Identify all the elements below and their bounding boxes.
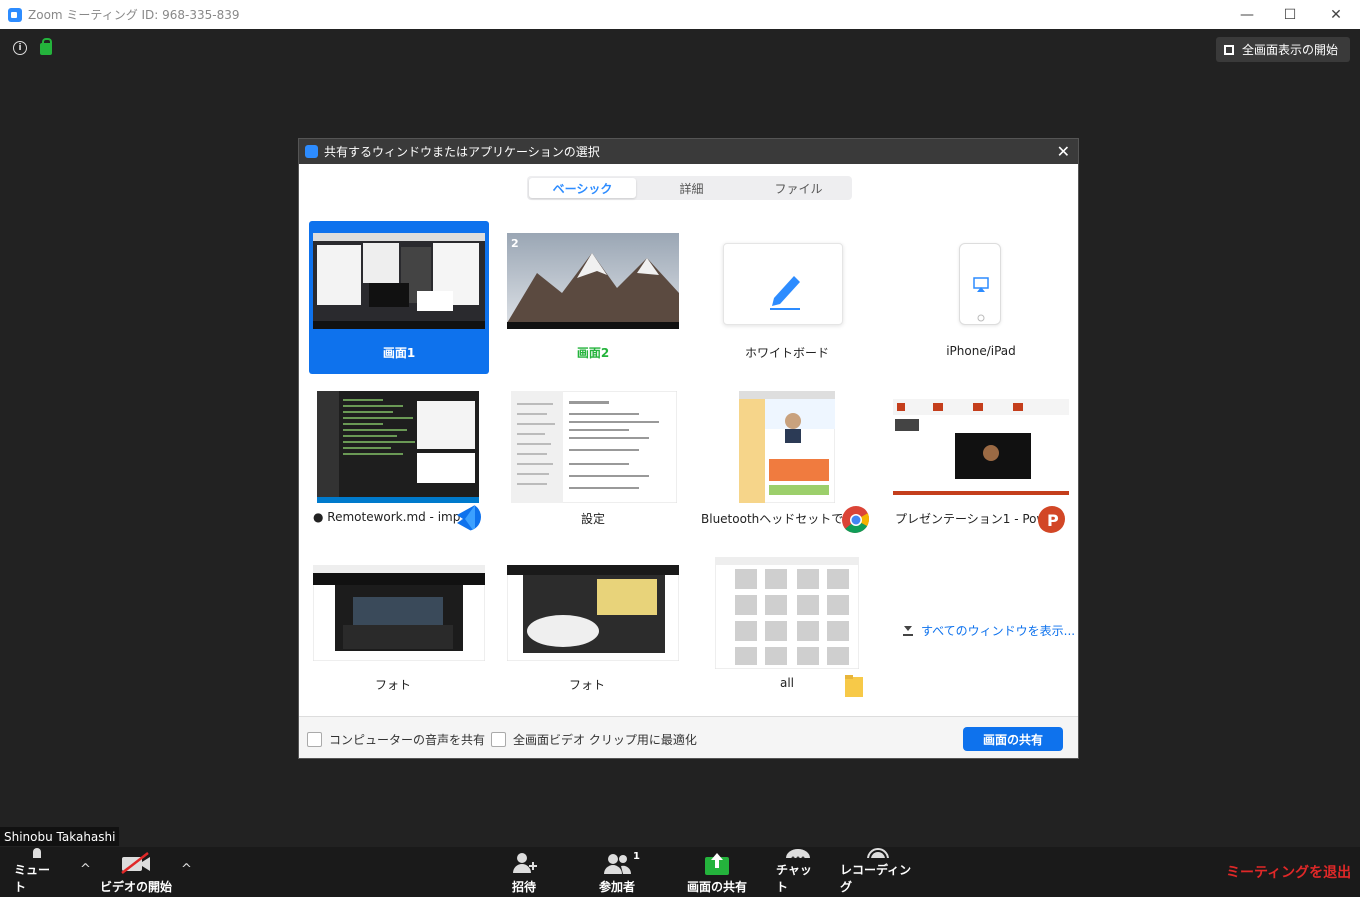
- start-video-label: ビデオの開始: [99, 880, 172, 894]
- share-tile-whiteboard[interactable]: ホワイトボード: [697, 221, 877, 374]
- participant-name-tag: Shinobu Takahashi: [0, 827, 120, 846]
- share-audio-label: コンピューターの音声を共有: [329, 733, 486, 747]
- screen2-label: 画面2: [576, 346, 610, 360]
- meeting-toolbar: [0, 847, 1360, 897]
- show-all-windows-label: すべてのウィンドウを表示...: [921, 624, 1076, 638]
- fullscreen-button[interactable]: 全画面表示の開始: [1216, 37, 1350, 62]
- optimize-video-label: 全画面ビデオ クリップ用に最適化: [513, 733, 697, 747]
- microphone-icon: [30, 848, 44, 858]
- download-icon: [903, 625, 913, 636]
- show-all-windows-link[interactable]: すべてのウィンドウを表示...: [903, 622, 1075, 639]
- screen1-thumbnail: [313, 233, 485, 329]
- add-user-icon: [513, 853, 537, 873]
- powerpoint-label: プレゼンテーション1 - Pow...: [895, 512, 1047, 526]
- optimize-video-checkbox[interactable]: 全画面ビデオ クリップ用に最適化: [491, 731, 697, 748]
- chrome-thumbnail: [739, 391, 835, 503]
- zoom-logo-icon: [305, 145, 318, 158]
- share-tile-screen1[interactable]: 画面1: [309, 221, 489, 374]
- window-title: Zoom ミーティング ID: 968-335-839: [28, 8, 240, 22]
- airplay-icon: [973, 277, 989, 322]
- dialog-close-button[interactable]: ✕: [1057, 142, 1070, 161]
- whiteboard-label: ホワイトボード: [744, 346, 829, 360]
- settings-thumbnail: [511, 391, 677, 503]
- photos2-thumbnail: [507, 565, 679, 661]
- record-button[interactable]: レコーディング: [840, 847, 916, 897]
- photos2-label: フォト: [568, 678, 605, 692]
- participants-label: 参加者: [598, 880, 635, 894]
- checkbox-box[interactable]: [307, 732, 322, 747]
- photos1-label: フォト: [374, 678, 411, 692]
- start-video-button[interactable]: ビデオの開始: [98, 847, 174, 897]
- tab-basic[interactable]: ベーシック: [529, 178, 636, 198]
- share-tile-photos2[interactable]: フォト: [503, 553, 683, 706]
- share-screen-button[interactable]: 画面の共有: [963, 727, 1063, 751]
- encryption-lock-icon[interactable]: [40, 38, 52, 55]
- chat-button[interactable]: チャット: [776, 847, 820, 897]
- share-screen-toolbar-label: 画面の共有: [686, 880, 747, 894]
- invite-label: 招待: [511, 880, 536, 894]
- whiteboard-thumbnail: [723, 243, 843, 325]
- invite-button[interactable]: 招待: [505, 847, 543, 897]
- share-tabs: ベーシック 詳細 ファイル: [527, 176, 852, 200]
- vscode-thumbnail: [317, 391, 479, 503]
- chat-icon: [786, 849, 810, 858]
- photos1-thumbnail: [313, 565, 485, 661]
- video-options-caret[interactable]: ^: [181, 862, 192, 877]
- iphone-label: iPhone/iPad: [946, 344, 1016, 358]
- close-window-button[interactable]: ✕: [1313, 0, 1359, 29]
- screen-number: 2: [511, 237, 519, 250]
- share-tile-explorer-all[interactable]: all: [697, 553, 877, 706]
- chrome-app-icon: [842, 506, 869, 533]
- window-titlebar: Zoom ミーティング ID: 968-335-839 — ☐ ✕: [0, 0, 1360, 29]
- svg-text:P: P: [1047, 511, 1059, 530]
- participants-count: 1: [633, 851, 640, 862]
- share-tile-screen2[interactable]: 2 画面2: [503, 221, 683, 374]
- share-screen-dialog: 共有するウィンドウまたはアプリケーションの選択 ✕ ベーシック 詳細 ファイル …: [298, 138, 1079, 759]
- screen1-label: 画面1: [382, 346, 416, 360]
- dialog-footer: コンピューターの音声を共有 全画面ビデオ クリップ用に最適化 画面の共有: [299, 716, 1078, 758]
- share-tile-powerpoint[interactable]: プレゼンテーション1 - Pow... P: [891, 387, 1071, 540]
- video-off-icon: [121, 852, 150, 874]
- participants-icon: [604, 854, 632, 874]
- mute-label: ミュート: [14, 863, 51, 894]
- pencil-icon: [770, 276, 800, 310]
- dialog-title: 共有するウィンドウまたはアプリケーションの選択: [324, 145, 600, 159]
- leave-meeting-button[interactable]: ミーティングを退出: [1226, 862, 1351, 882]
- chrome-label: Bluetoothヘッドセットで...: [701, 512, 853, 526]
- share-tile-iphone[interactable]: iPhone/iPad: [891, 221, 1071, 374]
- tab-files[interactable]: ファイル: [745, 176, 852, 200]
- folder-icon: [845, 675, 863, 697]
- fullscreen-label: 全画面表示の開始: [1242, 43, 1339, 57]
- vscode-app-icon: [457, 505, 481, 531]
- share-tile-photos1[interactable]: フォト: [309, 553, 489, 706]
- minimize-button[interactable]: —: [1224, 0, 1270, 29]
- meeting-info-icon[interactable]: i: [13, 41, 27, 55]
- share-tile-chrome[interactable]: Bluetoothヘッドセットで...: [697, 387, 877, 540]
- powerpoint-app-icon: P: [1038, 506, 1065, 533]
- checkbox-box[interactable]: [491, 732, 506, 747]
- iphone-thumbnail: [959, 243, 1001, 325]
- maximize-button[interactable]: ☐: [1267, 0, 1313, 29]
- share-screen-toolbar-button[interactable]: 画面の共有: [681, 847, 753, 897]
- tab-advanced[interactable]: 詳細: [638, 176, 745, 200]
- chat-label: チャット: [776, 863, 812, 894]
- fullscreen-icon: [1224, 44, 1234, 55]
- dialog-header: 共有するウィンドウまたはアプリケーションの選択 ✕: [299, 139, 1078, 164]
- share-screen-icon: [705, 853, 729, 875]
- record-icon: [867, 848, 889, 858]
- powerpoint-thumbnail: [893, 399, 1069, 495]
- vscode-label: ● Remotework.md - imp...: [313, 510, 465, 524]
- explorer-thumbnail: [715, 557, 859, 669]
- share-audio-checkbox[interactable]: コンピューターの音声を共有: [307, 731, 485, 748]
- record-label: レコーディング: [840, 863, 912, 894]
- mute-button[interactable]: ミュート: [14, 847, 60, 897]
- settings-label: 設定: [580, 512, 605, 526]
- share-tile-settings[interactable]: 設定: [503, 387, 683, 540]
- share-tile-vscode[interactable]: ● Remotework.md - imp...: [309, 387, 489, 540]
- audio-options-caret[interactable]: ^: [80, 862, 91, 877]
- screen2-thumbnail: 2: [507, 233, 679, 329]
- zoom-logo-icon: [8, 7, 22, 22]
